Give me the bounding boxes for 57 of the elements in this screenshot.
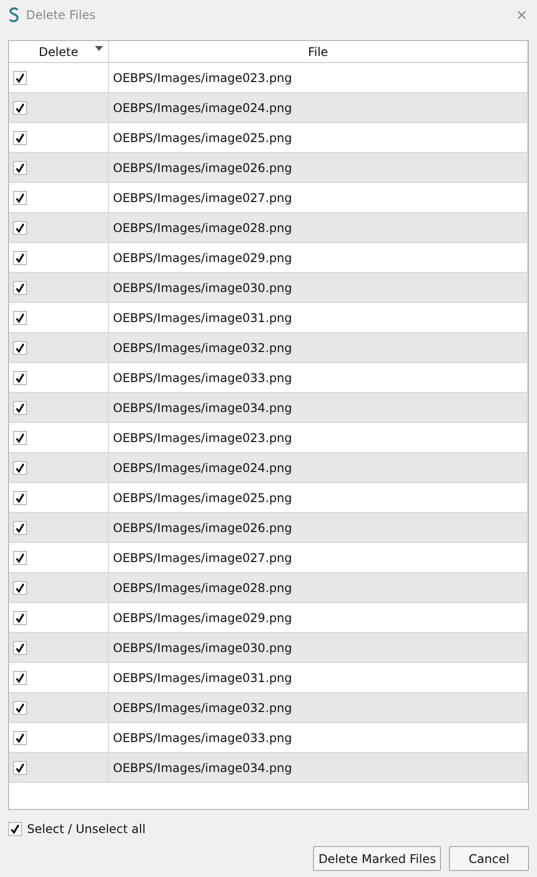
checkbox[interactable] <box>13 280 27 294</box>
file-path: OEBPS/Images/image032.png <box>113 700 292 714</box>
checkbox[interactable] <box>13 250 27 264</box>
checkbox[interactable] <box>13 310 27 324</box>
file-path: OEBPS/Images/image034.png <box>113 400 292 414</box>
window-title: Delete Files <box>26 8 97 22</box>
file-path: OEBPS/Images/image029.png <box>113 610 292 624</box>
file-path: OEBPS/Images/image025.png <box>113 130 292 144</box>
file-path: OEBPS/Images/image025.png <box>113 490 292 504</box>
checkbox[interactable] <box>13 400 27 414</box>
file-path: OEBPS/Images/image029.png <box>113 250 292 264</box>
file-path: OEBPS/Images/image033.png <box>113 370 292 384</box>
file-path: OEBPS/Images/image028.png <box>113 580 292 594</box>
checkbox[interactable] <box>8 822 22 836</box>
delete-button[interactable]: Delete Marked Files <box>313 846 441 871</box>
file-path: OEBPS/Images/image030.png <box>113 640 292 654</box>
checkbox[interactable] <box>13 490 27 504</box>
checkbox[interactable] <box>13 370 27 384</box>
file-path: OEBPS/Images/image031.png <box>113 670 292 684</box>
select-all-label: Select / Unselect all <box>27 822 146 836</box>
file-path: OEBPS/Images/image031.png <box>113 310 292 324</box>
checkbox[interactable] <box>13 670 27 684</box>
column-header[interactable]: File <box>109 41 528 62</box>
checkbox[interactable] <box>13 100 27 114</box>
checkbox[interactable] <box>13 160 27 174</box>
checkbox[interactable] <box>13 430 27 444</box>
checkbox[interactable] <box>13 220 27 234</box>
checkbox[interactable] <box>13 190 27 204</box>
file-path: OEBPS/Images/image024.png <box>113 460 292 474</box>
column-header[interactable]: Delete <box>9 41 109 62</box>
file-path: OEBPS/Images/image033.png <box>113 730 292 744</box>
sort-arrow-icon <box>95 46 103 51</box>
file-path: OEBPS/Images/image028.png <box>113 220 292 234</box>
checkbox[interactable] <box>13 610 27 624</box>
checkbox[interactable] <box>13 730 27 744</box>
checkbox[interactable] <box>13 550 27 564</box>
checkbox[interactable] <box>13 700 27 714</box>
checkbox[interactable] <box>13 460 27 474</box>
app-logo-icon <box>8 7 20 23</box>
checkbox[interactable] <box>13 340 27 354</box>
checkbox[interactable] <box>13 130 27 144</box>
cancel-button[interactable]: Cancel <box>449 846 529 871</box>
file-path: OEBPS/Images/image034.png <box>113 760 292 774</box>
checkbox[interactable] <box>13 580 27 594</box>
file-path: OEBPS/Images/image023.png <box>113 430 292 444</box>
checkbox[interactable] <box>13 70 27 84</box>
file-path: OEBPS/Images/image027.png <box>113 190 292 204</box>
file-path: OEBPS/Images/image024.png <box>113 100 292 114</box>
checkbox[interactable] <box>13 640 27 654</box>
file-path: OEBPS/Images/image026.png <box>113 160 292 174</box>
file-path: OEBPS/Images/image030.png <box>113 280 292 294</box>
file-path: OEBPS/Images/image032.png <box>113 340 292 354</box>
file-path: OEBPS/Images/image023.png <box>113 70 292 84</box>
file-path: OEBPS/Images/image027.png <box>113 550 292 564</box>
checkbox[interactable] <box>13 760 27 774</box>
file-path: OEBPS/Images/image026.png <box>113 520 292 534</box>
checkbox[interactable] <box>13 520 27 534</box>
